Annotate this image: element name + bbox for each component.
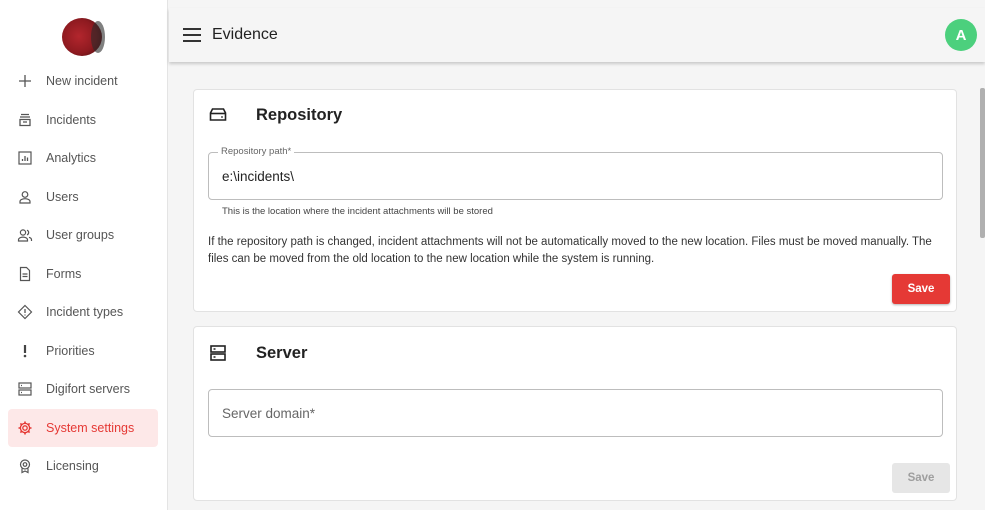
repository-card: Repository Repository path* e:\incidents… <box>193 89 957 312</box>
sidebar-item-priorities[interactable]: Priorities <box>8 332 158 371</box>
sidebar-nav: New incident Incidents Analytics Users U… <box>8 62 158 486</box>
sidebar-item-incident-types[interactable]: Incident types <box>8 293 158 332</box>
sidebar-item-label: Incident types <box>46 305 124 320</box>
sidebar-item-user-groups[interactable]: User groups <box>8 216 158 255</box>
badge-icon <box>8 458 42 474</box>
repository-path-field[interactable]: Repository path* e:\incidents\ <box>208 146 943 200</box>
sidebar: New incident Incidents Analytics Users U… <box>0 0 168 510</box>
page-title: Evidence <box>212 26 278 43</box>
scrollbar[interactable] <box>980 88 985 238</box>
avatar[interactable]: A <box>945 19 977 51</box>
server-domain-field[interactable]: Server domain* <box>208 389 943 437</box>
app-header: Evidence A <box>169 8 985 62</box>
server-domain-input[interactable]: Server domain* <box>222 406 315 421</box>
sidebar-item-digifort-servers[interactable]: Digifort servers <box>8 370 158 409</box>
sidebar-item-incidents[interactable]: Incidents <box>8 101 158 140</box>
server-card: Server Server domain* Save <box>193 326 957 501</box>
sidebar-item-label: Analytics <box>46 151 97 166</box>
repository-path-hint: This is the location where the incident … <box>222 206 493 217</box>
sidebar-item-label: Users <box>46 189 79 204</box>
repository-path-label: Repository path* <box>218 146 295 157</box>
gear-icon <box>8 420 42 436</box>
repository-path-input[interactable]: e:\incidents\ <box>222 169 294 184</box>
server-title: Server <box>256 343 308 362</box>
sidebar-item-system-settings[interactable]: System settings <box>8 408 158 447</box>
sidebar-item-forms[interactable]: Forms <box>8 255 158 294</box>
diamond-alert-icon <box>8 304 42 320</box>
sidebar-item-label: System settings <box>46 420 135 435</box>
server-icon <box>210 345 226 361</box>
server-save-button[interactable]: Save <box>892 463 950 493</box>
repository-header: Repository <box>208 105 342 125</box>
user-icon <box>8 189 42 205</box>
hamburger-menu-icon[interactable] <box>183 28 201 42</box>
form-icon <box>8 266 42 282</box>
sidebar-item-label: Forms <box>46 266 82 281</box>
repository-title: Repository <box>256 105 343 124</box>
sidebar-item-label: Priorities <box>46 343 95 358</box>
user-group-icon <box>8 227 42 243</box>
sidebar-item-licensing[interactable]: Licensing <box>8 447 158 486</box>
repository-notice: If the repository path is changed, incid… <box>208 236 932 265</box>
app-logo <box>62 18 105 56</box>
bar-chart-icon <box>8 150 42 166</box>
sidebar-item-new-incident[interactable]: New incident <box>8 62 158 101</box>
exclamation-icon <box>8 343 42 359</box>
repository-save-button[interactable]: Save <box>892 274 950 304</box>
plus-icon <box>8 73 42 89</box>
sidebar-item-label: New incident <box>46 74 118 89</box>
server-icon <box>8 381 42 397</box>
sidebar-item-analytics[interactable]: Analytics <box>8 139 158 178</box>
sidebar-item-label: User groups <box>46 228 115 243</box>
sidebar-item-label: Incidents <box>46 112 97 127</box>
sidebar-item-label: Digifort servers <box>46 382 131 397</box>
sidebar-item-users[interactable]: Users <box>8 178 158 217</box>
server-header: Server <box>208 343 307 363</box>
inbox-stack-icon <box>8 112 42 128</box>
sidebar-item-label: Licensing <box>46 459 99 474</box>
drive-icon <box>209 108 227 121</box>
